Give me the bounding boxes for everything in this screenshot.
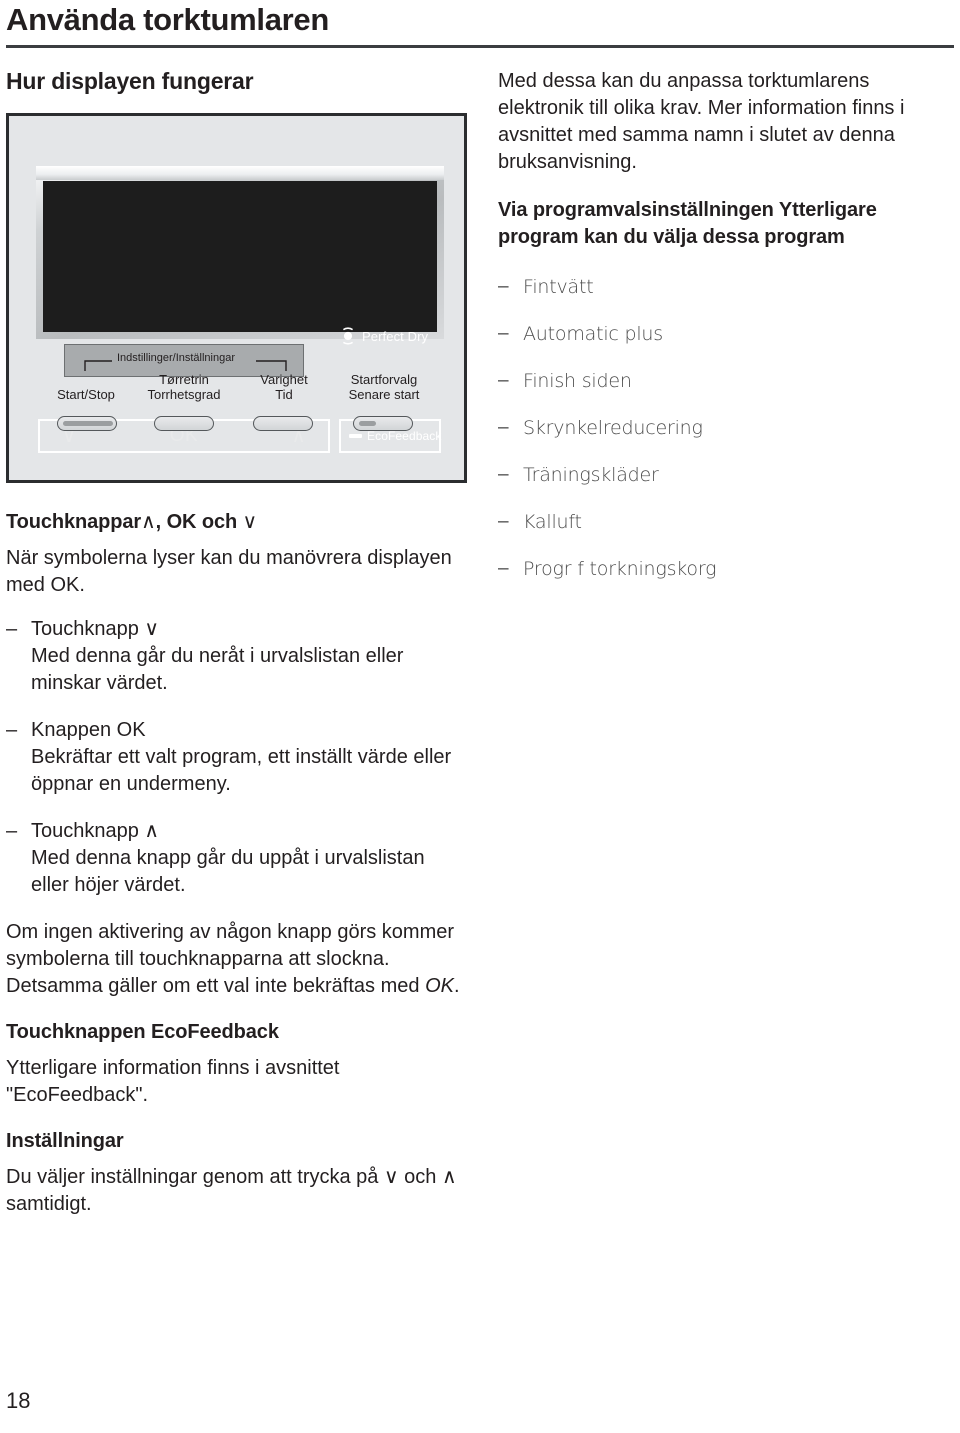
list-item-title-emphasis: OK	[116, 719, 146, 741]
page-title: Använda torktumlaren	[6, 2, 330, 37]
section-heading-display: Hur displayen fungerar	[6, 68, 254, 94]
eco-feedback-icon	[349, 434, 362, 438]
list-item-body: Bekräftar ett valt program, ett inställt…	[31, 746, 452, 795]
list-item: – Touchknapp ∨ Med denna går du neråt i …	[6, 616, 466, 697]
list-item-body: Med denna går du neråt i urvalslistan el…	[31, 645, 404, 694]
touch-intro-paragraph: När symbolerna lyser kan du manövrera di…	[6, 547, 452, 596]
touch-note-paragraph: Om ingen aktivering av någon knapp görs …	[6, 919, 466, 1000]
control-labels: Start/Stop Tørretrin Torrhetsgrad Varigh…	[9, 371, 464, 431]
subheading-settings: Inställningar	[6, 1130, 124, 1152]
right-intro-paragraph: Med dessa kan du anpassa torktumlarens e…	[498, 70, 905, 173]
list-item: – Progr f torkningskorg	[498, 557, 954, 581]
list-item-title: Touchknapp ∨	[31, 618, 160, 640]
touch-heading-up-symbol: ∧	[141, 511, 156, 533]
control-label-dryness: Tørretrin Torrhetsgrad	[147, 372, 221, 402]
right-column: Med dessa kan du anpassa torktumlarens e…	[498, 68, 954, 604]
perfect-dry-icon	[339, 327, 357, 345]
list-item-body: Med denna knapp går du uppåt i urvalslis…	[31, 847, 425, 896]
list-item: – Knappen OK Bekräftar ett valt program,…	[6, 717, 466, 798]
settings-up-symbol: ∧	[441, 1166, 457, 1188]
subheading-eco-feedback: Touchknappen EcoFeedback	[6, 1021, 279, 1043]
settings-down-symbol: ∨	[383, 1166, 399, 1188]
list-item-text: Touchknapp ∨ Med denna går du neråt i ur…	[31, 616, 466, 697]
eco-feedback-paragraph: Ytterligare information finns i avsnitte…	[6, 1057, 340, 1106]
dash-bullet-icon: –	[6, 719, 18, 741]
dash-bullet-icon: –	[498, 558, 509, 579]
knob-delay-start[interactable]	[353, 416, 413, 431]
touch-note-text: Om ingen aktivering av någon knapp görs …	[6, 921, 455, 997]
list-item: – Automatic plus	[498, 322, 954, 346]
program-name: Skrynkelreducering	[523, 417, 703, 439]
panel-gloss-strip	[36, 166, 444, 180]
control-panel-illustration: Perfect Dry ∨ OK ∧ EcoFeedback Indstilli…	[6, 113, 467, 483]
left-column: Hur displayen fungerar Perfect Dry ∨ OK …	[6, 68, 467, 1239]
list-item-title: Touchknapp ∧	[31, 820, 160, 842]
list-item: – Skrynkelreducering	[498, 416, 954, 440]
touch-heading-part1: Touchknappar	[6, 511, 142, 533]
touch-heading-down-symbol: ∨	[242, 511, 258, 533]
list-item-text: Knappen OK Bekräftar ett valt program, e…	[31, 717, 466, 798]
program-name: Automatic plus	[523, 323, 663, 345]
list-item: – Finish siden	[498, 369, 954, 393]
list-item: – Touchknapp ∧ Med denna knapp går du up…	[6, 818, 466, 899]
program-name: Kalluft	[523, 511, 582, 533]
eco-feedback-label: EcoFeedback	[367, 429, 442, 443]
knob-start-stop[interactable]	[57, 416, 117, 431]
program-name: Finish siden	[523, 370, 632, 392]
control-label-delay-start: Startforvalg Senare start	[348, 372, 420, 402]
list-item: – Kalluft	[498, 510, 954, 534]
list-item: – Fintvätt	[498, 275, 954, 299]
title-divider	[6, 45, 954, 48]
dash-bullet-icon: –	[6, 820, 18, 842]
touch-heading-part2: , OK och	[155, 511, 243, 533]
panel-face	[43, 181, 437, 332]
dash-bullet-icon: –	[498, 511, 509, 532]
subheading-touch-buttons: Touchknappar∧, OK och ∨	[6, 509, 466, 534]
knob-dryness[interactable]	[154, 416, 214, 431]
settings-paragraph: Du väljer inställningar genom att trycka…	[6, 1164, 466, 1218]
settings-text: Du väljer inställningar genom att trycka…	[6, 1166, 384, 1188]
list-item: – Träningskläder	[498, 463, 954, 487]
program-name: Träningskläder	[523, 464, 659, 486]
subheading-extra-programs: Via programvalsinställningen Ytterligare…	[498, 199, 877, 248]
dash-bullet-icon: –	[6, 618, 18, 640]
knob-duration[interactable]	[253, 416, 313, 431]
perfect-dry-label: Perfect Dry	[362, 328, 429, 344]
touch-note-tail: .	[453, 975, 460, 997]
page-number: 18	[6, 1388, 31, 1413]
dash-bullet-icon: –	[498, 323, 509, 344]
perfect-dry-indicator: Perfect Dry	[339, 327, 428, 345]
dash-bullet-icon: –	[498, 417, 509, 438]
touch-note-emphasis: OK	[425, 975, 454, 997]
settings-text-mid: och	[398, 1166, 442, 1188]
program-name: Progr f torkningskorg	[523, 558, 717, 580]
dash-bullet-icon: –	[498, 370, 509, 391]
program-name: Fintvätt	[523, 276, 594, 298]
settings-text-tail: samtidigt.	[6, 1193, 92, 1215]
dash-bullet-icon: –	[498, 276, 509, 297]
list-item-title: Knappen	[31, 719, 117, 741]
dash-bullet-icon: –	[498, 464, 509, 485]
settings-bracket-label: Indstillinger/Inställningar	[117, 352, 236, 364]
list-item-text: Touchknapp ∧ Med denna knapp går du uppå…	[31, 818, 466, 899]
